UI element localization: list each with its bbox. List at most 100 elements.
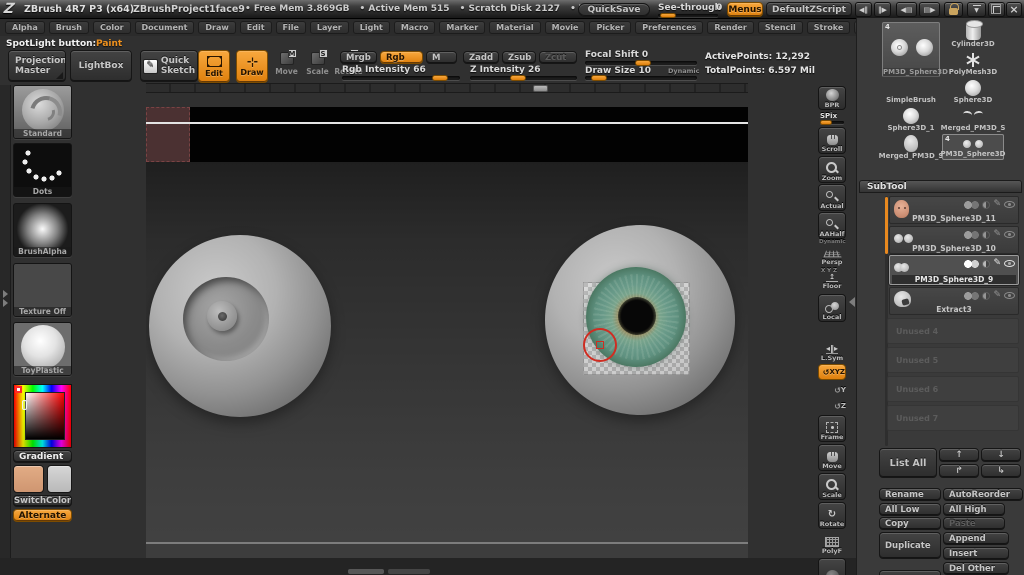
move-view-button[interactable]: Move — [818, 444, 846, 471]
menu-item[interactable]: Stroke — [806, 21, 851, 34]
menu-item[interactable]: Brush — [48, 21, 89, 34]
zcut-button[interactable]: Zcut — [539, 51, 577, 64]
duplicate-button[interactable]: Duplicate — [879, 532, 941, 559]
tool-item[interactable]: Sphere3D — [941, 77, 1005, 105]
lsym-button[interactable]: ◂‖▸ L.Sym — [818, 338, 846, 362]
bottom-scroll-handle[interactable] — [348, 569, 384, 574]
document-canvas[interactable] — [146, 107, 748, 558]
quicksave-button[interactable]: QuickSave — [578, 3, 650, 17]
subtool-move-arrow-button[interactable]: ↱ — [939, 464, 979, 478]
tool-item[interactable]: Merged_PM3D_S — [941, 105, 1006, 133]
subtool-section-header[interactable]: SubTool — [859, 180, 1022, 193]
persp-button[interactable]: Persp — [818, 244, 846, 266]
list-all-button[interactable]: List All — [879, 448, 937, 478]
paste-button[interactable]: Paste — [943, 517, 1005, 530]
edit-mode-button[interactable]: Edit — [198, 50, 230, 83]
rgb-button[interactable]: Rgb — [380, 51, 423, 64]
clipped-shelf-button[interactable] — [818, 558, 846, 575]
m-button[interactable]: M — [426, 51, 457, 64]
gradient-button[interactable]: Gradient — [13, 450, 72, 463]
actual-button[interactable]: Actual — [818, 184, 846, 211]
rgb-intensity-handle[interactable] — [432, 75, 448, 81]
minimize-button[interactable]: ▼ — [967, 2, 986, 17]
unused-subtool-slot[interactable]: Unused 4 — [887, 318, 1019, 344]
tool-item[interactable]: Cylinder3D — [941, 20, 1005, 49]
aahalf-button[interactable]: AAHalf — [818, 212, 846, 239]
spix-handle[interactable] — [820, 120, 832, 125]
move-mode-button[interactable]: M Move — [272, 49, 301, 83]
tool-item[interactable]: Sphere3D_1 — [881, 105, 941, 133]
copy-button[interactable]: Copy — [879, 517, 941, 530]
restore-button[interactable] — [988, 2, 1005, 17]
draw-size-slider[interactable] — [585, 75, 697, 81]
all-low-button[interactable]: All Low — [879, 503, 941, 516]
menu-item[interactable]: Edit — [239, 21, 272, 34]
tray-drag-handle[interactable] — [533, 85, 548, 92]
polyframe-button[interactable]: PolyF — [818, 531, 846, 555]
subtool-item-selected[interactable]: ✎ PM3D_Sphere3D_9 — [889, 255, 1019, 285]
floor-button[interactable]: ↥ Floor — [818, 273, 846, 291]
menu-item[interactable]: Stencil — [757, 21, 803, 34]
menu-item[interactable]: Draw — [198, 21, 236, 34]
rename-button[interactable]: Rename — [879, 488, 941, 501]
unused-subtool-slot[interactable]: Unused 5 — [887, 347, 1019, 373]
color-picker[interactable] — [13, 384, 72, 448]
scale-mode-button[interactable]: S Scale — [303, 49, 332, 83]
scroll-interface-left-button[interactable]: ◀‖ — [855, 2, 872, 17]
tray-expand-icon[interactable] — [3, 299, 8, 307]
alpha-selector[interactable]: BrushAlpha — [13, 203, 72, 257]
default-zscript-button[interactable]: DefaultZScript — [766, 2, 852, 17]
mrgb-button[interactable]: Mrgb — [340, 51, 377, 64]
append-button[interactable]: Append — [943, 532, 1009, 545]
bpr-button[interactable]: BPR — [818, 86, 846, 110]
autoreorder-button[interactable]: AutoReorder — [943, 488, 1023, 501]
projection-master-button[interactable]: Projection Master — [8, 50, 66, 82]
menu-item[interactable]: Preferences — [635, 21, 704, 34]
material-selector[interactable]: ToyPlastic — [13, 322, 72, 376]
bottom-scroll-track[interactable] — [388, 569, 430, 574]
insert-button[interactable]: Insert — [943, 547, 1009, 560]
menu-item[interactable]: Macro — [393, 21, 436, 34]
tool-item[interactable]: SimpleBrush — [881, 77, 941, 105]
menus-toggle-button[interactable]: Menus — [727, 2, 763, 17]
scale-view-button[interactable]: Scale — [818, 473, 846, 500]
zoom-button[interactable]: Zoom — [818, 156, 846, 183]
unused-subtool-slot[interactable]: Unused 7 — [887, 405, 1019, 431]
main-color-swatch[interactable] — [13, 465, 44, 493]
subtool-item[interactable]: ✎ PM3D_Sphere3D_10 — [889, 226, 1019, 254]
menu-item[interactable]: Picker — [589, 21, 632, 34]
close-button[interactable]: × — [1006, 2, 1022, 17]
texture-selector[interactable]: Texture Off — [13, 263, 72, 317]
tool-item[interactable]: 4 PM3D_Sphere3D — [941, 134, 1005, 160]
saturation-square[interactable] — [25, 392, 65, 440]
quick-sketch-button[interactable]: ✎ Quick Sketch — [140, 50, 198, 82]
subtool-move-arrow-button[interactable]: ↳ — [981, 464, 1021, 478]
subtool-item[interactable]: ✎ PM3D_Sphere3D_11 — [889, 196, 1019, 224]
rgb-intensity-slider[interactable] — [342, 75, 460, 81]
zadd-button[interactable]: Zadd — [463, 51, 499, 64]
rotate-view-button[interactable]: ↻ Rotate — [818, 502, 846, 529]
current-tool-thumbnail[interactable]: 4 PM3D_Sphere3D — [882, 22, 948, 77]
menu-item[interactable]: Material — [489, 21, 541, 34]
y-rotation-button[interactable]: ↺ Y — [818, 383, 846, 397]
z-intensity-slider[interactable] — [470, 75, 577, 81]
current-brush-selector[interactable]: Standard — [13, 85, 72, 139]
del-other-button[interactable]: Del Other — [943, 562, 1009, 575]
see-through-slider[interactable] — [658, 13, 718, 18]
tool-item[interactable]: PolyMesh3D — [941, 49, 1005, 77]
scroll-interface-right-button[interactable]: ‖▶ — [874, 2, 891, 17]
menu-item[interactable]: Color — [92, 21, 131, 34]
see-through-handle[interactable] — [660, 13, 676, 18]
menu-item[interactable]: Document — [134, 21, 195, 34]
draw-size-handle[interactable] — [591, 75, 607, 81]
menu-item[interactable]: Light — [352, 21, 390, 34]
lightbox-button[interactable]: LightBox — [70, 50, 132, 82]
dock-right-icon[interactable]: ▤▶ — [919, 2, 940, 17]
tray-collapse-icon[interactable] — [849, 297, 855, 307]
switch-color-button[interactable]: SwitchColor — [13, 495, 72, 507]
focal-shift-slider[interactable] — [585, 60, 697, 66]
frame-button[interactable]: Frame — [818, 415, 846, 442]
unused-subtool-slot[interactable]: Unused 6 — [887, 376, 1019, 402]
lock-icon[interactable] — [944, 2, 963, 17]
subtool-move-arrow-button[interactable]: ↑ — [939, 448, 979, 462]
